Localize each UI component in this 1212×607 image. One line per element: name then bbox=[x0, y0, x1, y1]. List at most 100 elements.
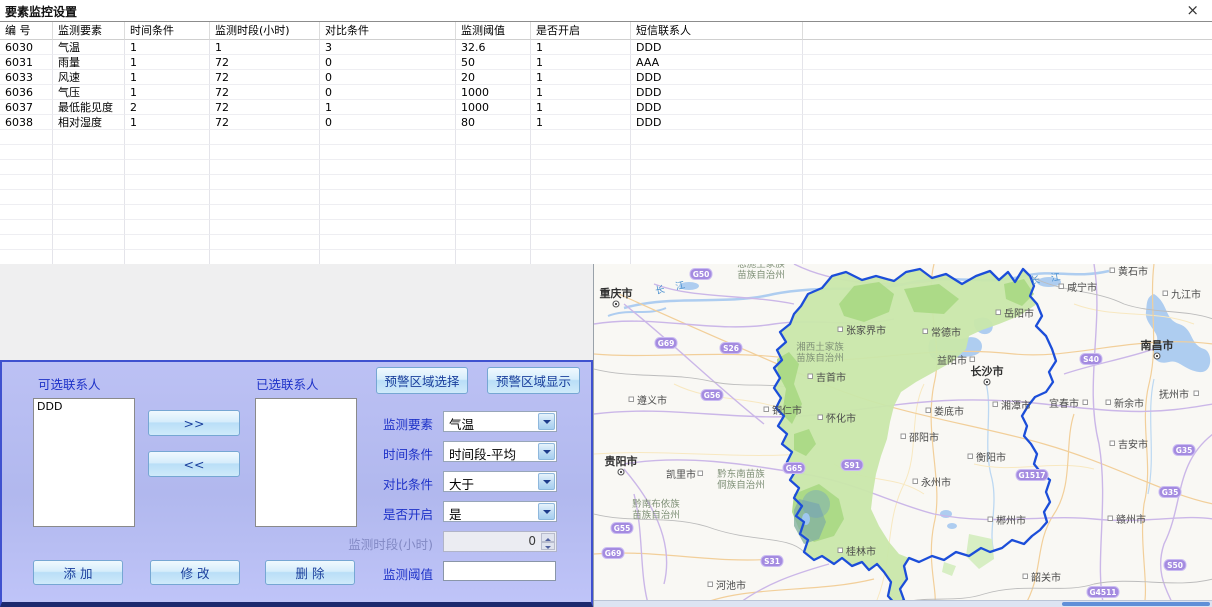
spin-down-icon[interactable] bbox=[541, 542, 555, 551]
district-label: 黔东南苗族侗族自治州 bbox=[717, 468, 765, 491]
table-row[interactable]: 6030气温11332.61DDD bbox=[0, 40, 1212, 55]
city-label: 常德市 bbox=[931, 326, 961, 339]
table-cell-filler bbox=[803, 70, 1212, 85]
table-row[interactable]: 6036气压172010001DDD bbox=[0, 85, 1212, 100]
table-cell-filler bbox=[803, 235, 1212, 250]
table-cell: 1 bbox=[125, 40, 210, 55]
warning-region-map[interactable]: G50G69S26G56G55G69S31G65S91S40G1517G35G3… bbox=[593, 264, 1212, 607]
table-cell bbox=[0, 130, 53, 145]
table-cell-filler bbox=[803, 40, 1212, 55]
threshold-input[interactable] bbox=[443, 561, 556, 581]
contact-list-item[interactable]: DDD bbox=[34, 399, 134, 414]
map-scrollbar-track[interactable] bbox=[594, 600, 1212, 607]
move-right-button[interactable]: >> bbox=[148, 410, 240, 436]
chevron-down-icon[interactable] bbox=[538, 503, 555, 520]
city-label: 郴州市 bbox=[996, 514, 1026, 527]
table-header-cell: 监测阈值 bbox=[456, 22, 531, 40]
city-marker-icon bbox=[996, 310, 1001, 315]
warn-area-show-button[interactable]: 预警区域显示 bbox=[487, 367, 580, 394]
chevron-down-icon[interactable] bbox=[538, 443, 555, 460]
table-cell bbox=[320, 205, 456, 220]
compare-condition-combobox[interactable]: 大于 bbox=[443, 471, 557, 492]
city-label: 吉首市 bbox=[816, 371, 846, 384]
city-label: 岳阳市 bbox=[1004, 307, 1034, 320]
table-row[interactable]: 6038相对湿度1720801DDD bbox=[0, 115, 1212, 130]
table-cell bbox=[125, 235, 210, 250]
table-cell bbox=[531, 205, 631, 220]
table-cell bbox=[631, 130, 803, 145]
table-cell: 最低能见度 bbox=[53, 100, 125, 115]
table-cell: 72 bbox=[210, 55, 320, 70]
available-contacts-listbox[interactable]: DDD bbox=[33, 398, 135, 527]
district-label: 黔南布依族苗族自治州 bbox=[632, 498, 680, 521]
chevron-down-icon[interactable] bbox=[538, 473, 555, 490]
modify-button[interactable]: 修 改 bbox=[150, 560, 240, 585]
city-marker-icon bbox=[818, 415, 823, 420]
table-cell: 1000 bbox=[456, 85, 531, 100]
district-label: 湘西土家族苗族自治州 bbox=[796, 341, 844, 364]
table-cell: 3 bbox=[320, 40, 456, 55]
period-value: 0 bbox=[528, 534, 536, 548]
table-header-cell: 是否开启 bbox=[531, 22, 631, 40]
element-label: 监测要素 bbox=[333, 414, 433, 433]
table-row[interactable]: 6033风速1720201DDD bbox=[0, 70, 1212, 85]
table-cell bbox=[531, 175, 631, 190]
table-cell bbox=[0, 190, 53, 205]
table-cell bbox=[320, 160, 456, 175]
table-cell bbox=[125, 205, 210, 220]
delete-button[interactable]: 删 除 bbox=[265, 560, 355, 585]
table-cell bbox=[53, 175, 125, 190]
table-cell bbox=[531, 220, 631, 235]
table-cell: 1000 bbox=[456, 100, 531, 115]
city-label: 铜仁市 bbox=[772, 404, 802, 417]
table-empty-row bbox=[0, 175, 1212, 190]
capital-city-label: 重庆市 bbox=[600, 286, 633, 300]
table-cell bbox=[320, 250, 456, 265]
capital-marker-dot bbox=[620, 471, 622, 473]
table-cell bbox=[631, 145, 803, 160]
table-cell bbox=[210, 220, 320, 235]
window-title: 要素监控设置 bbox=[5, 3, 77, 20]
table-cell bbox=[320, 145, 456, 160]
table-row[interactable]: 6031雨量1720501AAA bbox=[0, 55, 1212, 70]
city-label: 凯里市 bbox=[666, 468, 696, 481]
city-label: 怀化市 bbox=[826, 412, 856, 425]
city-label: 韶关市 bbox=[1031, 571, 1061, 584]
map-scrollbar-thumb[interactable] bbox=[1062, 602, 1210, 606]
titlebar: 要素监控设置 × bbox=[0, 0, 1212, 21]
add-button[interactable]: 添 加 bbox=[33, 560, 123, 585]
table-cell: 0 bbox=[320, 55, 456, 70]
table-cell-filler bbox=[803, 130, 1212, 145]
table-cell bbox=[0, 235, 53, 250]
settings-panel: 可选联系人 DDD 已选联系人 >> << 预警区域选择 预警区域显示 监测要素… bbox=[0, 360, 593, 607]
city-label: 河池市 bbox=[716, 579, 746, 592]
close-icon[interactable]: × bbox=[1186, 1, 1199, 19]
table-cell-filler bbox=[803, 220, 1212, 235]
time-condition-combobox[interactable]: 时间段-平均 bbox=[443, 441, 557, 462]
table-cell bbox=[53, 190, 125, 205]
table-cell bbox=[210, 145, 320, 160]
table-cell: 雨量 bbox=[53, 55, 125, 70]
table-cell-filler bbox=[803, 145, 1212, 160]
city-label: 益阳市 bbox=[937, 354, 967, 367]
warn-area-select-button[interactable]: 预警区域选择 bbox=[376, 367, 468, 394]
road-badge-label: S26 bbox=[723, 344, 739, 353]
city-marker-icon bbox=[629, 397, 634, 402]
enabled-combobox[interactable]: 是 bbox=[443, 501, 557, 522]
table-cell bbox=[210, 205, 320, 220]
city-marker-icon bbox=[1083, 400, 1088, 405]
element-combobox[interactable]: 气温 bbox=[443, 411, 557, 432]
table-cell: 1 bbox=[125, 85, 210, 100]
city-marker-icon bbox=[970, 357, 975, 362]
table-cell bbox=[456, 235, 531, 250]
chevron-down-icon[interactable] bbox=[538, 413, 555, 430]
city-label: 黄石市 bbox=[1118, 265, 1148, 278]
table-row[interactable]: 6037最低能见度272110001DDD bbox=[0, 100, 1212, 115]
spin-up-icon[interactable] bbox=[541, 533, 555, 542]
table-cell bbox=[631, 235, 803, 250]
city-label: 衡阳市 bbox=[976, 451, 1006, 464]
period-spinner[interactable]: 0 bbox=[443, 531, 557, 552]
capital-marker-dot bbox=[615, 303, 617, 305]
table-cell: 6036 bbox=[0, 85, 53, 100]
move-left-button[interactable]: << bbox=[148, 451, 240, 477]
